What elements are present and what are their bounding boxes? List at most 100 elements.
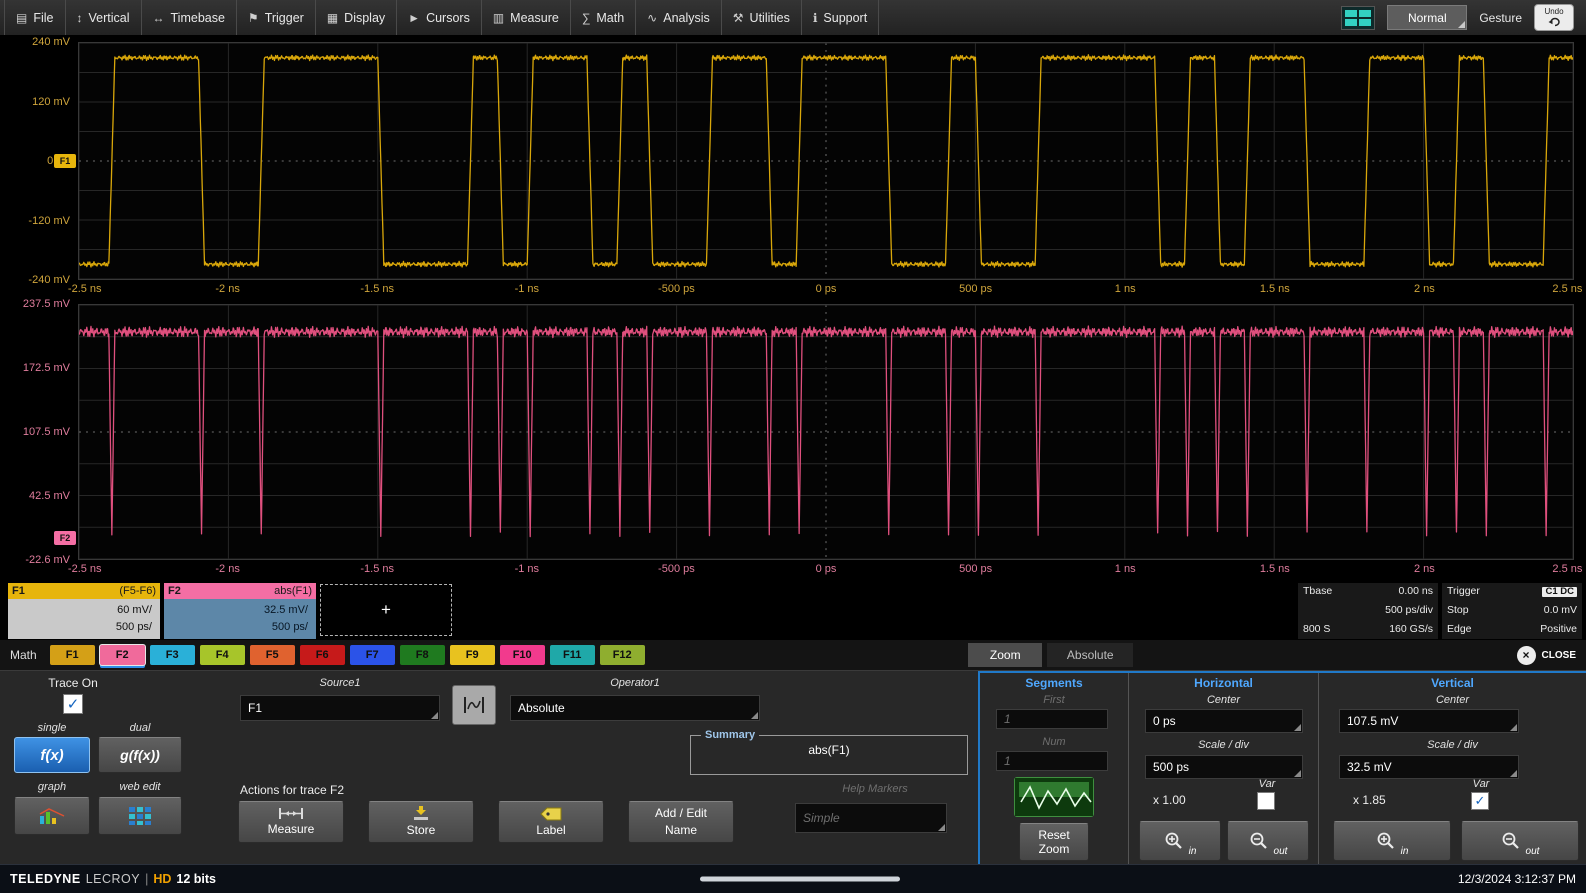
vertical-column: Vertical Center 107.5 mV Scale / div 32.… (1318, 673, 1586, 864)
x-axis-label: -1 ns (515, 563, 539, 575)
close-button[interactable]: × CLOSE (1517, 646, 1576, 665)
h-center-input[interactable]: 0 ps (1145, 709, 1303, 733)
web-edit-button[interactable] (98, 797, 182, 835)
f2-graticule (78, 304, 1574, 560)
store-button[interactable]: Store (368, 801, 474, 843)
v-center-input[interactable]: 107.5 mV (1339, 709, 1519, 733)
f-tabs: F1F2F3F4F5F6F7F8F9F10F11F12 (50, 645, 645, 665)
x-axis-label: -1.5 ns (360, 283, 394, 295)
oscilloscope-screen: ▤File↕Vertical↔Timebase⚑Trigger▦Display►… (0, 0, 1586, 893)
add-edit-name-button[interactable]: Add / Edit Name (628, 801, 734, 843)
menu-item-file[interactable]: ▤File (4, 0, 66, 35)
menu-item-label: Utilities (750, 11, 790, 25)
v-zoom-out-button[interactable]: out (1461, 821, 1579, 861)
menu-item-trigger[interactable]: ⚑Trigger (237, 0, 316, 35)
tab-f10[interactable]: F10 (500, 645, 545, 665)
acquisition-mode-label: Normal (1408, 11, 1447, 25)
tab-absolute[interactable]: Absolute (1047, 643, 1133, 667)
x-labels-top: -2.5 ns-2 ns-1.5 ns-1 ns-500 ps0 ps500 p… (78, 280, 1574, 300)
operator1-dropdown[interactable]: Absolute (510, 695, 760, 721)
tab-f8[interactable]: F8 (400, 645, 445, 665)
reset-zoom-button[interactable]: Reset Zoom (1019, 823, 1089, 861)
help-markers-dropdown[interactable]: Simple (795, 803, 947, 833)
file-icon: ▤ (16, 11, 27, 25)
zoom-in-icon (1164, 831, 1184, 851)
source1-dropdown[interactable]: F1 (240, 695, 440, 721)
cursors-icon: ► (408, 11, 420, 25)
timebase-descriptor[interactable]: Tbase0.00 ns 500 ps/div 800 S160 GS/s (1298, 583, 1438, 639)
status-bar: TELEDYNE LECROY | HD 12 bits 12/3/2024 3… (0, 864, 1586, 893)
graph-icon (38, 807, 66, 825)
label-button[interactable]: Label (498, 801, 604, 843)
menu-item-support[interactable]: ℹSupport (802, 0, 879, 35)
trace-on-checkbox[interactable]: ✓ (63, 694, 83, 714)
tab-f1[interactable]: F1 (50, 645, 95, 665)
menu-item-measure[interactable]: ▥Measure (482, 0, 571, 35)
f1-grid-area[interactable]: F1 -2.5 ns-2 ns-1.5 ns-1 ns-500 ps0 ps50… (78, 42, 1574, 300)
scroll-indicator[interactable] (700, 877, 900, 882)
acquisition-mode-button[interactable]: Normal (1387, 5, 1467, 30)
add-trace-button[interactable]: + (320, 584, 452, 636)
menu-item-analysis[interactable]: ∿Analysis (636, 0, 722, 35)
tab-f3[interactable]: F3 (150, 645, 195, 665)
tab-zoom[interactable]: Zoom (968, 643, 1042, 667)
dual-gfx-button[interactable]: g(f(x)) (98, 737, 182, 773)
operator1-value: Absolute (518, 701, 565, 715)
store-icon (412, 806, 430, 821)
menu-item-math[interactable]: ∑Math (571, 0, 636, 35)
trigger-level: 0.0 mV (1544, 605, 1577, 617)
f2-trace-tag[interactable]: F2 (54, 531, 76, 545)
trigger-descriptor[interactable]: TriggerC1 DC Stop0.0 mV EdgePositive (1442, 583, 1582, 639)
v-zoom-in-button[interactable]: in (1333, 821, 1451, 861)
measure-button[interactable]: Measure (238, 801, 344, 843)
menu-item-display[interactable]: ▦Display (316, 0, 397, 35)
operator-icon-button[interactable] (452, 685, 496, 725)
f1-trace-tag[interactable]: F1 (54, 154, 76, 168)
horizontal-var-checkbox[interactable] (1257, 792, 1275, 810)
y-axis-label: 120 mV (32, 96, 70, 108)
f2-descriptor[interactable]: F2abs(F1) 32.5 mV/500 ps/ (164, 583, 316, 639)
graph-button[interactable] (14, 797, 90, 835)
trace-on-label: Trace On (18, 676, 128, 690)
undo-button[interactable]: Undo (1534, 4, 1574, 31)
menu-item-utilities[interactable]: ⚒ Utilities (722, 0, 802, 35)
horizontal-header: Horizontal (1129, 676, 1318, 690)
x-axis-label: 0 ps (816, 563, 837, 575)
v-center-value: 107.5 mV (1347, 714, 1398, 728)
tab-f9[interactable]: F9 (450, 645, 495, 665)
tab-f6[interactable]: F6 (300, 645, 345, 665)
x-axis-label: -2.5 ns (68, 563, 102, 575)
tab-f2[interactable]: F2 (100, 645, 145, 665)
menu-item-cursors[interactable]: ►Cursors (397, 0, 482, 35)
v-zoom-in-label: in (1401, 846, 1409, 857)
tab-f11[interactable]: F11 (550, 645, 595, 665)
single-fx-button[interactable]: f(x) (14, 737, 90, 773)
num-input[interactable]: 1 (996, 751, 1108, 771)
tab-f12[interactable]: F12 (600, 645, 645, 665)
h-zoom-in-button[interactable]: in (1139, 821, 1221, 861)
h-scale-input[interactable]: 500 ps (1145, 755, 1303, 779)
tab-f7[interactable]: F7 (350, 645, 395, 665)
tab-f4[interactable]: F4 (200, 645, 245, 665)
zoom-waveform-button[interactable] (1014, 777, 1094, 817)
tab-f5[interactable]: F5 (250, 645, 295, 665)
y-labels-bottom: 237.5 mV172.5 mV107.5 mV42.5 mV-22.6 mV (0, 304, 78, 560)
h-center-value: 0 ps (1153, 714, 1176, 728)
menu-item-label: Analysis (663, 11, 710, 25)
y-axis-label: 42.5 mV (29, 490, 70, 502)
add-edit-label-line2: Name (665, 824, 697, 838)
display-grid-button[interactable] (1341, 6, 1375, 30)
menu-item-vertical[interactable]: ↕Vertical (66, 0, 142, 35)
y-axis-label: 107.5 mV (23, 426, 70, 438)
first-input[interactable]: 1 (996, 709, 1108, 729)
h-zoom-out-button[interactable]: out (1227, 821, 1309, 861)
menu-item-timebase[interactable]: ↔Timebase (142, 0, 237, 35)
v-scale-input[interactable]: 32.5 mV (1339, 755, 1519, 779)
y-axis-label: -22.6 mV (25, 554, 70, 566)
timebase-icon: ↔ (153, 11, 165, 25)
utilities-icon: ⚒ (733, 11, 744, 25)
vertical-var-checkbox[interactable]: ✓ (1471, 792, 1489, 810)
f1-descriptor[interactable]: F1(F5-F6) 60 mV/500 ps/ (8, 583, 160, 639)
close-icon: × (1517, 646, 1536, 665)
f2-grid-area[interactable]: F2 -2.5 ns-2 ns-1.5 ns-1 ns-500 ps0 ps50… (78, 304, 1574, 580)
